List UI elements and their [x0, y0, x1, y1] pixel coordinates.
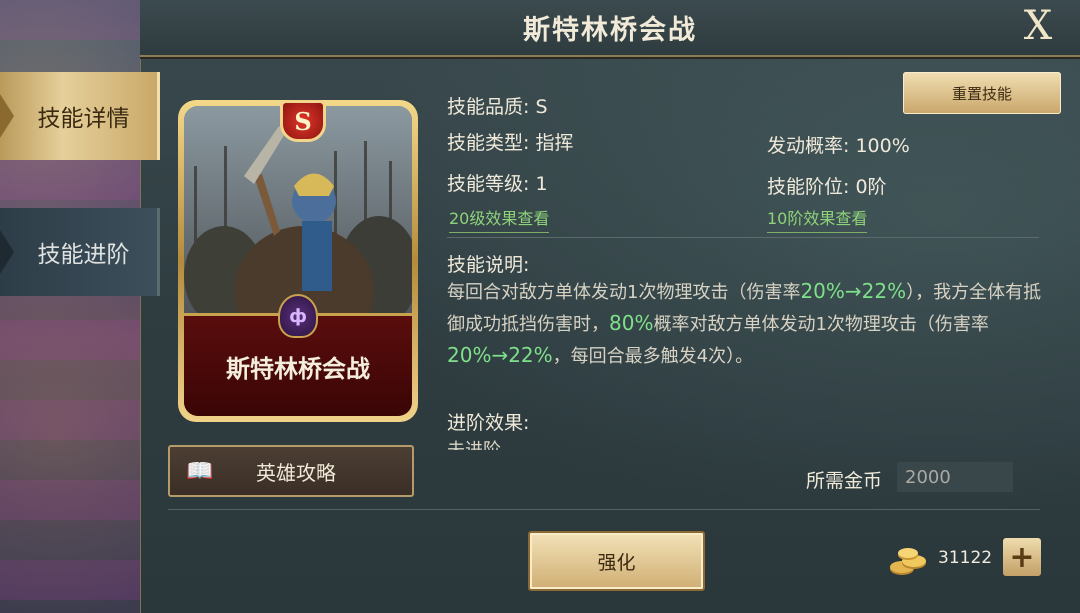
book-icon: 📖 — [186, 458, 214, 484]
tab-arrow-icon — [0, 94, 14, 138]
tab-label: 技能进阶 — [37, 242, 130, 268]
gold-balance: 31122 — [938, 548, 993, 568]
skill-type: 技能类型: 指挥 — [447, 132, 574, 154]
bottom-divider — [168, 509, 1040, 510]
gold-coins-icon — [890, 548, 926, 575]
enhance-button[interactable]: 强化 — [528, 531, 705, 591]
tab-skill-advance[interactable]: 技能进阶 — [0, 208, 160, 296]
hero-guide-button[interactable]: 📖 英雄攻略 — [168, 445, 414, 497]
card-banner: ф 斯特林桥会战 — [184, 294, 412, 416]
advance-text: 未进阶 — [447, 436, 501, 450]
desc-highlight: 20%→22% — [447, 343, 553, 367]
desc-part: 概率对敌方单体发动1次物理攻击（伤害率 — [653, 314, 989, 335]
reset-skill-button[interactable]: 重置技能 — [903, 72, 1061, 114]
section-divider — [447, 237, 1039, 238]
desc-highlight: 80% — [609, 311, 654, 335]
tier-effect-link[interactable]: 10阶效果查看 — [767, 205, 868, 233]
tab-label: 技能详情 — [37, 106, 130, 132]
faction-emblem-icon: ф — [278, 294, 318, 338]
card-name: 斯特林桥会战 — [226, 354, 370, 383]
hero-guide-label: 英雄攻略 — [256, 460, 336, 485]
skill-tier: 技能阶位: 0阶 — [767, 176, 887, 198]
close-button[interactable]: X — [1018, 6, 1058, 46]
level-effect-link[interactable]: 20级效果查看 — [449, 205, 550, 233]
desc-highlight: 20%→22% — [800, 279, 907, 303]
tab-arrow-icon — [0, 230, 14, 274]
cost-label: 所需金币 — [806, 470, 883, 492]
desc-part: ，每回合最多触发4次）。 — [552, 346, 754, 367]
skill-level: 技能等级: 1 — [447, 173, 548, 195]
skill-quality: 技能品质: S — [447, 96, 548, 118]
skill-description: 每回合对敌方单体发动1次物理攻击（伤害率20%→22%），我方全体有抵御成功抵挡… — [447, 276, 1047, 372]
add-gold-button[interactable]: + — [1003, 538, 1041, 576]
tab-skill-details[interactable]: 技能详情 — [0, 72, 160, 160]
advance-heading: 进阶效果: — [447, 412, 530, 434]
cost-value: 2000 — [897, 462, 1013, 492]
skill-card: ф 斯特林桥会战 — [178, 100, 418, 422]
description-heading: 技能说明: — [447, 254, 530, 276]
page-title: 斯特林桥会战 — [523, 15, 697, 46]
grade-badge: S — [280, 100, 326, 142]
desc-part: 每回合对敌方单体发动1次物理攻击（伤害率 — [447, 282, 801, 303]
trigger-rate: 发动概率: 100% — [767, 135, 910, 157]
card-inner: ф 斯特林桥会战 — [184, 106, 412, 416]
